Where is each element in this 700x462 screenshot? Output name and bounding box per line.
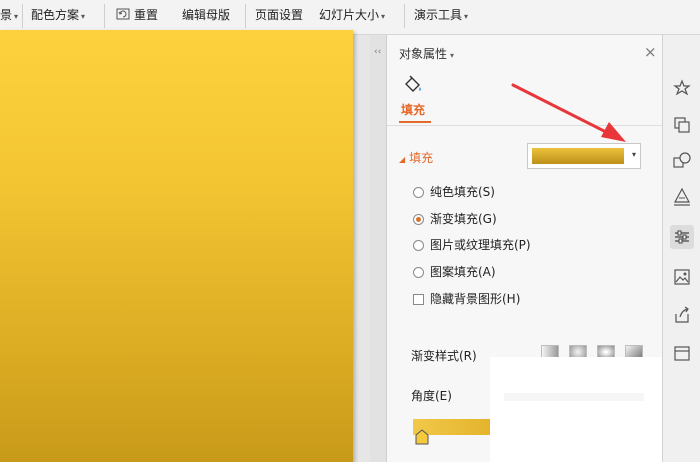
edit-master-button[interactable]: 编辑母版 xyxy=(182,0,230,30)
layout-icon[interactable] xyxy=(670,341,694,365)
star-pin-icon[interactable] xyxy=(670,77,694,101)
toolbar-divider xyxy=(245,4,246,28)
panel-title[interactable]: 对象属性 ▾ xyxy=(399,45,454,62)
panel-divider xyxy=(387,125,662,126)
slide-size-button[interactable]: 幻灯片大小 ▾ xyxy=(319,0,385,30)
radio-button-checked[interactable] xyxy=(413,214,424,225)
pattern-fill-radio[interactable]: 图案填充(A) xyxy=(413,263,496,281)
paint-bucket-icon[interactable] xyxy=(403,75,423,95)
chevron-down-icon: ▾ xyxy=(631,150,636,159)
fill-color-dropdown[interactable]: ▾ xyxy=(527,143,641,169)
hide-background-graphics-checkbox[interactable]: 隐藏背景图形(H) xyxy=(413,290,520,308)
toolbar-divider xyxy=(104,4,105,28)
images-icon[interactable] xyxy=(670,265,694,289)
collapse-arrow-icon[interactable]: ‹‹ xyxy=(374,47,381,57)
obscured-region xyxy=(490,357,662,462)
panel-collapse-strip[interactable]: ‹‹ xyxy=(370,35,387,462)
share-icon[interactable] xyxy=(670,303,694,327)
background-menu-button[interactable]: 景 ▾ xyxy=(0,0,18,30)
presentation-tools-button[interactable]: 演示工具 ▾ xyxy=(414,0,468,30)
chevron-down-icon: ▾ xyxy=(381,12,386,21)
radio-button[interactable] xyxy=(413,187,424,198)
collapse-triangle-icon: ◢ xyxy=(399,155,406,164)
chevron-down-icon: ▾ xyxy=(81,12,86,21)
slide-gradient-background[interactable] xyxy=(0,30,353,462)
sliders-icon[interactable] xyxy=(670,225,694,249)
gradient-stop-handle-icon[interactable] xyxy=(415,429,429,445)
copy-icon[interactable] xyxy=(670,113,694,137)
chevron-down-icon: ▾ xyxy=(14,12,19,21)
chevron-down-icon: ▾ xyxy=(464,12,469,21)
reset-button[interactable]: 重置 xyxy=(115,0,158,30)
radio-button[interactable] xyxy=(413,240,424,251)
gradient-color-swatch xyxy=(532,148,624,164)
close-icon[interactable]: × xyxy=(644,43,657,61)
pen-icon[interactable] xyxy=(670,185,694,209)
fill-section-header[interactable]: ◢ 填充 xyxy=(399,149,433,166)
solid-fill-radio[interactable]: 纯色填充(S) xyxy=(413,183,495,201)
right-side-toolbar xyxy=(662,35,700,462)
reset-icon xyxy=(116,8,130,20)
shapes-icon[interactable] xyxy=(670,149,694,173)
picture-texture-fill-radio[interactable]: 图片或纹理填充(P) xyxy=(413,236,531,254)
gradient-fill-radio[interactable]: 渐变填充(G) xyxy=(413,210,497,228)
page-setup-button[interactable]: 页面设置 xyxy=(255,0,303,30)
active-tab-indicator xyxy=(399,121,431,123)
chevron-down-icon: ▾ xyxy=(450,51,455,60)
radio-button[interactable] xyxy=(413,267,424,278)
color-scheme-button[interactable]: 配色方案 ▾ xyxy=(31,0,85,30)
toolbar-divider xyxy=(22,4,23,28)
gradient-style-label: 渐变样式(R) xyxy=(411,349,477,363)
angle-label: 角度(E) xyxy=(411,389,452,403)
checkbox[interactable] xyxy=(413,294,424,305)
tab-fill[interactable]: 填充 xyxy=(401,101,425,118)
toolbar-divider xyxy=(404,4,405,28)
